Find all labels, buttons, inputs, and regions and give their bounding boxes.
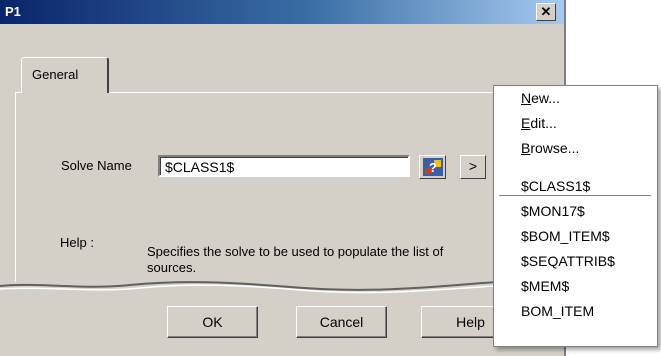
window-title: P1 — [5, 4, 21, 19]
solve-menu-arrow-button[interactable]: > — [460, 155, 486, 179]
menu-item-bom-item-var[interactable]: $BOM_ITEM$ — [521, 228, 610, 244]
menu-item-edit-accel: E — [521, 115, 531, 131]
menu-item-edit-label: dit... — [530, 115, 557, 131]
ok-button[interactable]: OK — [167, 306, 258, 338]
torn-edge-divider — [0, 280, 566, 294]
menu-item-mon17[interactable]: $MON17$ — [521, 203, 585, 219]
solve-name-input[interactable]: $CLASS1$ — [158, 155, 410, 177]
help-text: Specifies the solve to be used to popula… — [147, 244, 444, 275]
title-bar[interactable]: P1 ✕ — [0, 0, 564, 24]
cancel-button[interactable]: Cancel — [296, 306, 387, 338]
svg-text:?: ? — [429, 160, 437, 175]
menu-item-seqattrib[interactable]: $SEQATTRIB$ — [521, 253, 615, 269]
menu-separator — [499, 195, 651, 197]
menu-item-edit[interactable]: Edit... — [521, 115, 557, 131]
menu-item-bom-item[interactable]: BOM_ITEM — [521, 303, 594, 319]
menu-item-browse-accel: B — [521, 140, 531, 156]
solve-name-label: Solve Name — [61, 158, 132, 173]
tab-general-label: General — [32, 67, 79, 82]
menu-item-new[interactable]: New... — [521, 90, 560, 106]
close-icon: ✕ — [540, 4, 552, 19]
context-menu: New... Edit... Browse... $CLASS1$ $MON17… — [493, 85, 658, 347]
solve-browse-button[interactable]: ? — [419, 155, 446, 179]
menu-item-new-accel: N — [521, 90, 532, 106]
menu-item-new-label: ew... — [531, 90, 560, 106]
help-label: Help : — [60, 235, 94, 250]
solve-browse-icon: ? — [423, 158, 443, 176]
tab-general[interactable]: General — [21, 57, 109, 93]
menu-item-class1[interactable]: $CLASS1$ — [521, 178, 590, 194]
menu-item-mem[interactable]: $MEM$ — [521, 278, 569, 294]
menu-item-browse-label: rowse... — [530, 140, 580, 156]
menu-item-browse[interactable]: Browse... — [521, 140, 579, 156]
close-button[interactable]: ✕ — [536, 3, 556, 21]
dialog-window: P1 ✕ General Solve Name $CLASS1$ ? > Hel… — [0, 0, 566, 356]
